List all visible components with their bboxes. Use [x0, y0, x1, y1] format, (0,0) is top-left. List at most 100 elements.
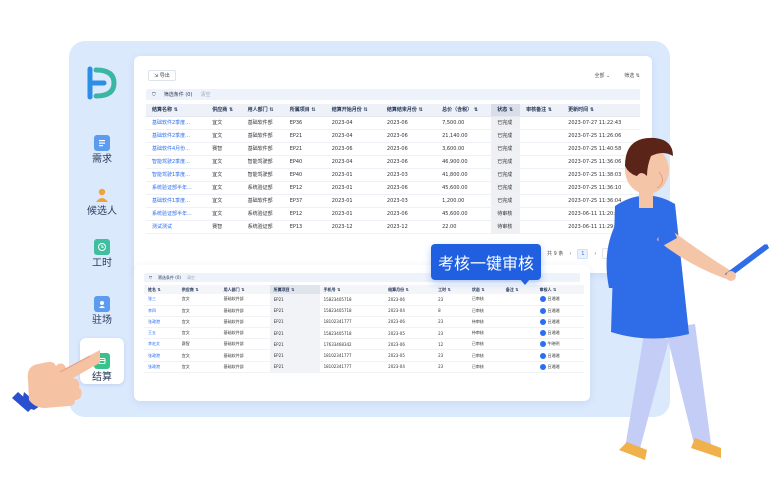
- table-cell: 已完成: [491, 181, 521, 195]
- table-row[interactable]: 李宏文 赛智 基础软件部 EP21 17633468342 2023-06 12 已审核 牛晓明: [144, 338, 584, 351]
- table-cell: 宜文: [206, 129, 242, 143]
- column-header[interactable]: 供应商 ⇅: [206, 104, 242, 117]
- sidebar-item-demand[interactable]: 需求: [80, 122, 124, 166]
- table-cell: 23: [434, 316, 468, 329]
- person-name-link[interactable]: 王五: [144, 327, 178, 340]
- table-cell: 1,200.00: [436, 194, 492, 208]
- table-row[interactable]: 智能驾驶2季度... 宜文 智能驾驶部 EP40 2023-04 2023-06 46,90…: [146, 155, 640, 169]
- table-row[interactable]: 系统验证部半年... 宜文 系统验证部 EP12 2023-01 2023-06 45,60…: [146, 181, 640, 195]
- person-name-link[interactable]: 张政港: [144, 349, 178, 362]
- table-cell: 宜文: [206, 181, 242, 195]
- sidebar-item-candidate[interactable]: 候选人: [80, 174, 124, 218]
- table-cell: 2023-04: [325, 155, 381, 169]
- person-name-link[interactable]: 张三: [144, 294, 178, 306]
- reviewer-name: 吕湘湘: [547, 307, 560, 313]
- settlement-name-link[interactable]: 智能驾驶1季度...: [146, 168, 207, 182]
- column-header[interactable]: 状态 ⇅: [467, 285, 502, 294]
- column-header[interactable]: 备注 ⇅: [501, 285, 536, 294]
- table-cell: 宜文: [177, 349, 220, 362]
- table-cell: 已审核: [467, 349, 502, 362]
- scope-dropdown[interactable]: 全部 ⌄: [594, 72, 610, 79]
- table-cell: 基础软件部: [219, 327, 270, 340]
- table-cell: 2023-04: [384, 305, 435, 317]
- person-name-link[interactable]: 张政港: [144, 316, 178, 329]
- table-cell: 宜文: [206, 194, 242, 208]
- table-cell: 已审核: [467, 338, 502, 351]
- table-cell: 基础软件部: [241, 142, 284, 156]
- table-cell: 宜文: [177, 361, 220, 373]
- settlement-name-link[interactable]: 基础软件1季度...: [146, 194, 207, 208]
- table-row[interactable]: 测试测试 赛智 系统验证部 EP13 2023-12 2023-12 22.00 待审核 202…: [146, 220, 640, 234]
- settlement-name-link[interactable]: 测试测试: [146, 220, 207, 234]
- table-row[interactable]: 基础软件1季度... 宜文 基础软件部 EP37 2023-01 2023-03 1,200…: [146, 194, 640, 208]
- candidate-icon: [94, 187, 110, 203]
- column-header[interactable]: 结算名称 ⇅: [146, 104, 207, 117]
- sidebar-item-timesheet[interactable]: 工时: [80, 226, 124, 270]
- table-row[interactable]: 张政港 宜文 基础软件部 EP21 18102341777 2023-05 23 已审核 吕湘湘: [144, 349, 584, 362]
- table-row[interactable]: 李四 宜文 基础软件部 EP21 15823405718 2023-04 8 已审核 吕湘湘: [144, 305, 584, 317]
- column-header[interactable]: 状态 ⇅: [491, 104, 521, 117]
- table-cell: 23: [434, 361, 468, 373]
- filter-icon: ⛉: [152, 91, 156, 98]
- column-header[interactable]: 工时 ⇅: [434, 285, 468, 294]
- column-header[interactable]: 供应商 ⇅: [177, 285, 220, 294]
- export-button[interactable]: ⇲ 导出: [148, 70, 176, 81]
- column-header[interactable]: 姓名 ⇅: [144, 285, 178, 294]
- table-cell: 已审核: [467, 294, 502, 306]
- column-header[interactable]: 更新时间 ⇅: [562, 104, 640, 117]
- table-row[interactable]: 张政港 宜文 基础软件部 EP21 18102341777 2023-04 23 已审核 吕湘湘: [144, 361, 584, 373]
- settlement-name-link[interactable]: 基础软件2季度...: [146, 129, 207, 143]
- column-header[interactable]: 所属项目 ⇅: [283, 104, 326, 117]
- clear-filter-link[interactable]: 清空: [187, 275, 195, 281]
- table-cell: [501, 361, 536, 373]
- column-header[interactable]: 总价（含税） ⇅: [436, 104, 492, 117]
- filter-sort-button[interactable]: 筛选 ⇅: [624, 72, 640, 79]
- person-name-link[interactable]: 李宏文: [144, 338, 178, 351]
- column-header[interactable]: 结算月份 ⇅: [384, 285, 435, 294]
- table-row[interactable]: 张三 宜文 基础软件部 EP21 15823405718 2023-06 23 已审核 吕湘湘: [144, 294, 584, 306]
- settlement-name-link[interactable]: 系统验证部半年...: [146, 181, 207, 195]
- column-header[interactable]: 结算开始月份 ⇅: [325, 104, 381, 117]
- column-header[interactable]: 用人部门 ⇅: [219, 285, 270, 294]
- table-cell: [520, 168, 563, 182]
- clear-filter-link[interactable]: 清空: [200, 91, 210, 98]
- column-header[interactable]: 审核备注 ⇅: [520, 104, 563, 117]
- table-cell: [520, 129, 563, 143]
- sidebar-item-label: 驻场: [92, 315, 112, 326]
- one-click-review-button[interactable]: 考核一键审核: [431, 244, 541, 280]
- table-cell: 21,140.00: [436, 129, 492, 143]
- table-cell: [501, 327, 536, 340]
- settlement-name-link[interactable]: 系统验证部半年...: [146, 207, 207, 221]
- table-row[interactable]: 王五 宜文 基础软件部 EP21 15823405718 2023-05 23 待审核 吕湘湘: [144, 327, 584, 340]
- table-row[interactable]: 系统验证部半年... 宜文 系统验证部 EP12 2023-01 2023-06 45,60…: [146, 207, 640, 221]
- settlement-name-link[interactable]: 基础软件2季度...: [146, 116, 207, 130]
- sidebar-item-onsite[interactable]: 驻场: [80, 283, 124, 327]
- table-cell: 2023-06: [380, 142, 437, 156]
- table-cell: 基础软件部: [241, 194, 284, 208]
- export-label: 导出: [159, 73, 170, 79]
- table-row[interactable]: 智能驾驶1季度... 宜文 智能驾驶部 EP40 2023-01 2023-03 41,80…: [146, 168, 640, 182]
- table-cell: 宜文: [206, 207, 242, 221]
- table-cell: 基础软件部: [219, 316, 270, 329]
- table-row[interactable]: 基础软件2季度... 宜文 基础软件部 EP36 2023-04 2023-06 7,500…: [146, 116, 640, 130]
- person-name-link[interactable]: 李四: [144, 305, 178, 317]
- column-header[interactable]: 用人部门 ⇅: [241, 104, 284, 117]
- filter-bar[interactable]: ⛉ 筛选条件 (0) 清空: [146, 89, 640, 100]
- table-row[interactable]: 基础软件2季度... 宜文 基础软件部 EP21 2023-04 2023-06 21,14…: [146, 129, 640, 143]
- table-row[interactable]: 基础软件4月份... 赛智 基础软件部 EP21 2023-06 2023-06 3,600…: [146, 142, 640, 156]
- column-header[interactable]: 所属项目 ⇅: [269, 285, 320, 294]
- settlement-name-link[interactable]: 基础软件4月份...: [146, 142, 207, 156]
- table-row[interactable]: 张政港 宜文 基础软件部 EP21 18102341777 2023-06 23 待审核 吕湘湘: [144, 316, 584, 329]
- prev-page-button[interactable]: ‹: [569, 251, 571, 257]
- settlement-name-link[interactable]: 智能驾驶2季度...: [146, 155, 207, 169]
- table-cell: [520, 116, 563, 130]
- table-cell: 已完成: [491, 168, 521, 182]
- table-cell: 8: [434, 305, 468, 317]
- column-header[interactable]: 结算结束月份 ⇅: [380, 104, 437, 117]
- table-cell: 2023-03: [380, 168, 437, 182]
- table-cell: 系统验证部: [241, 220, 284, 234]
- table-cell: EP36: [283, 116, 326, 130]
- person-name-link[interactable]: 张政港: [144, 361, 178, 373]
- column-header[interactable]: 手机号 ⇅: [319, 285, 385, 294]
- reviewer-name: 吕湘湘: [547, 296, 560, 302]
